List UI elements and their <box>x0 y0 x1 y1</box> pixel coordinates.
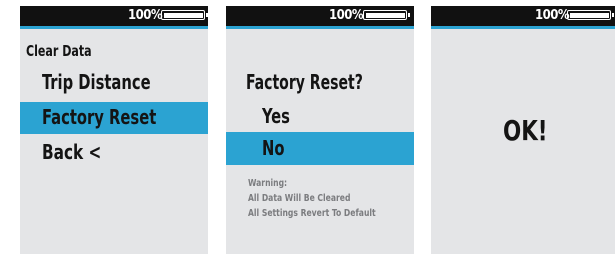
clear-data-screen: 100% Clear Data Trip Distance Factory Re… <box>20 6 208 254</box>
status-bar: 100% <box>226 6 414 26</box>
status-divider <box>431 26 615 29</box>
option-no-selected[interactable]: No <box>226 132 414 165</box>
battery-icon <box>567 10 614 20</box>
reset-complete-screen: 100% OK! <box>431 6 615 254</box>
status-bar: 100% <box>20 6 208 26</box>
battery-icon <box>363 10 410 20</box>
menu-item-back[interactable]: Back < <box>42 140 101 164</box>
status-divider <box>20 26 208 29</box>
battery-icon <box>161 10 208 20</box>
option-yes[interactable]: Yes <box>262 104 290 128</box>
battery-percentage: 100% <box>535 8 570 23</box>
menu-item-factory-reset-selected[interactable]: Factory Reset <box>20 102 208 134</box>
menu-item-factory-reset-label: Factory Reset <box>42 105 157 129</box>
warning-line-settings: All Settings Revert To Default <box>248 208 376 219</box>
ok-message: OK! <box>503 114 548 147</box>
warning-line-data: All Data Will Be Cleared <box>248 193 351 204</box>
menu-heading: Clear Data <box>26 42 92 60</box>
warning-title: Warning: <box>248 178 288 189</box>
battery-percentage: 100% <box>128 8 163 23</box>
menu-item-trip-distance[interactable]: Trip Distance <box>42 70 151 94</box>
option-no-label: No <box>262 136 285 160</box>
status-divider <box>226 26 414 29</box>
battery-percentage: 100% <box>329 8 364 23</box>
confirm-question: Factory Reset? <box>246 70 363 94</box>
status-bar: 100% <box>431 6 615 26</box>
factory-reset-confirm-screen: 100% Factory Reset? Yes No Warning: All … <box>226 6 414 254</box>
